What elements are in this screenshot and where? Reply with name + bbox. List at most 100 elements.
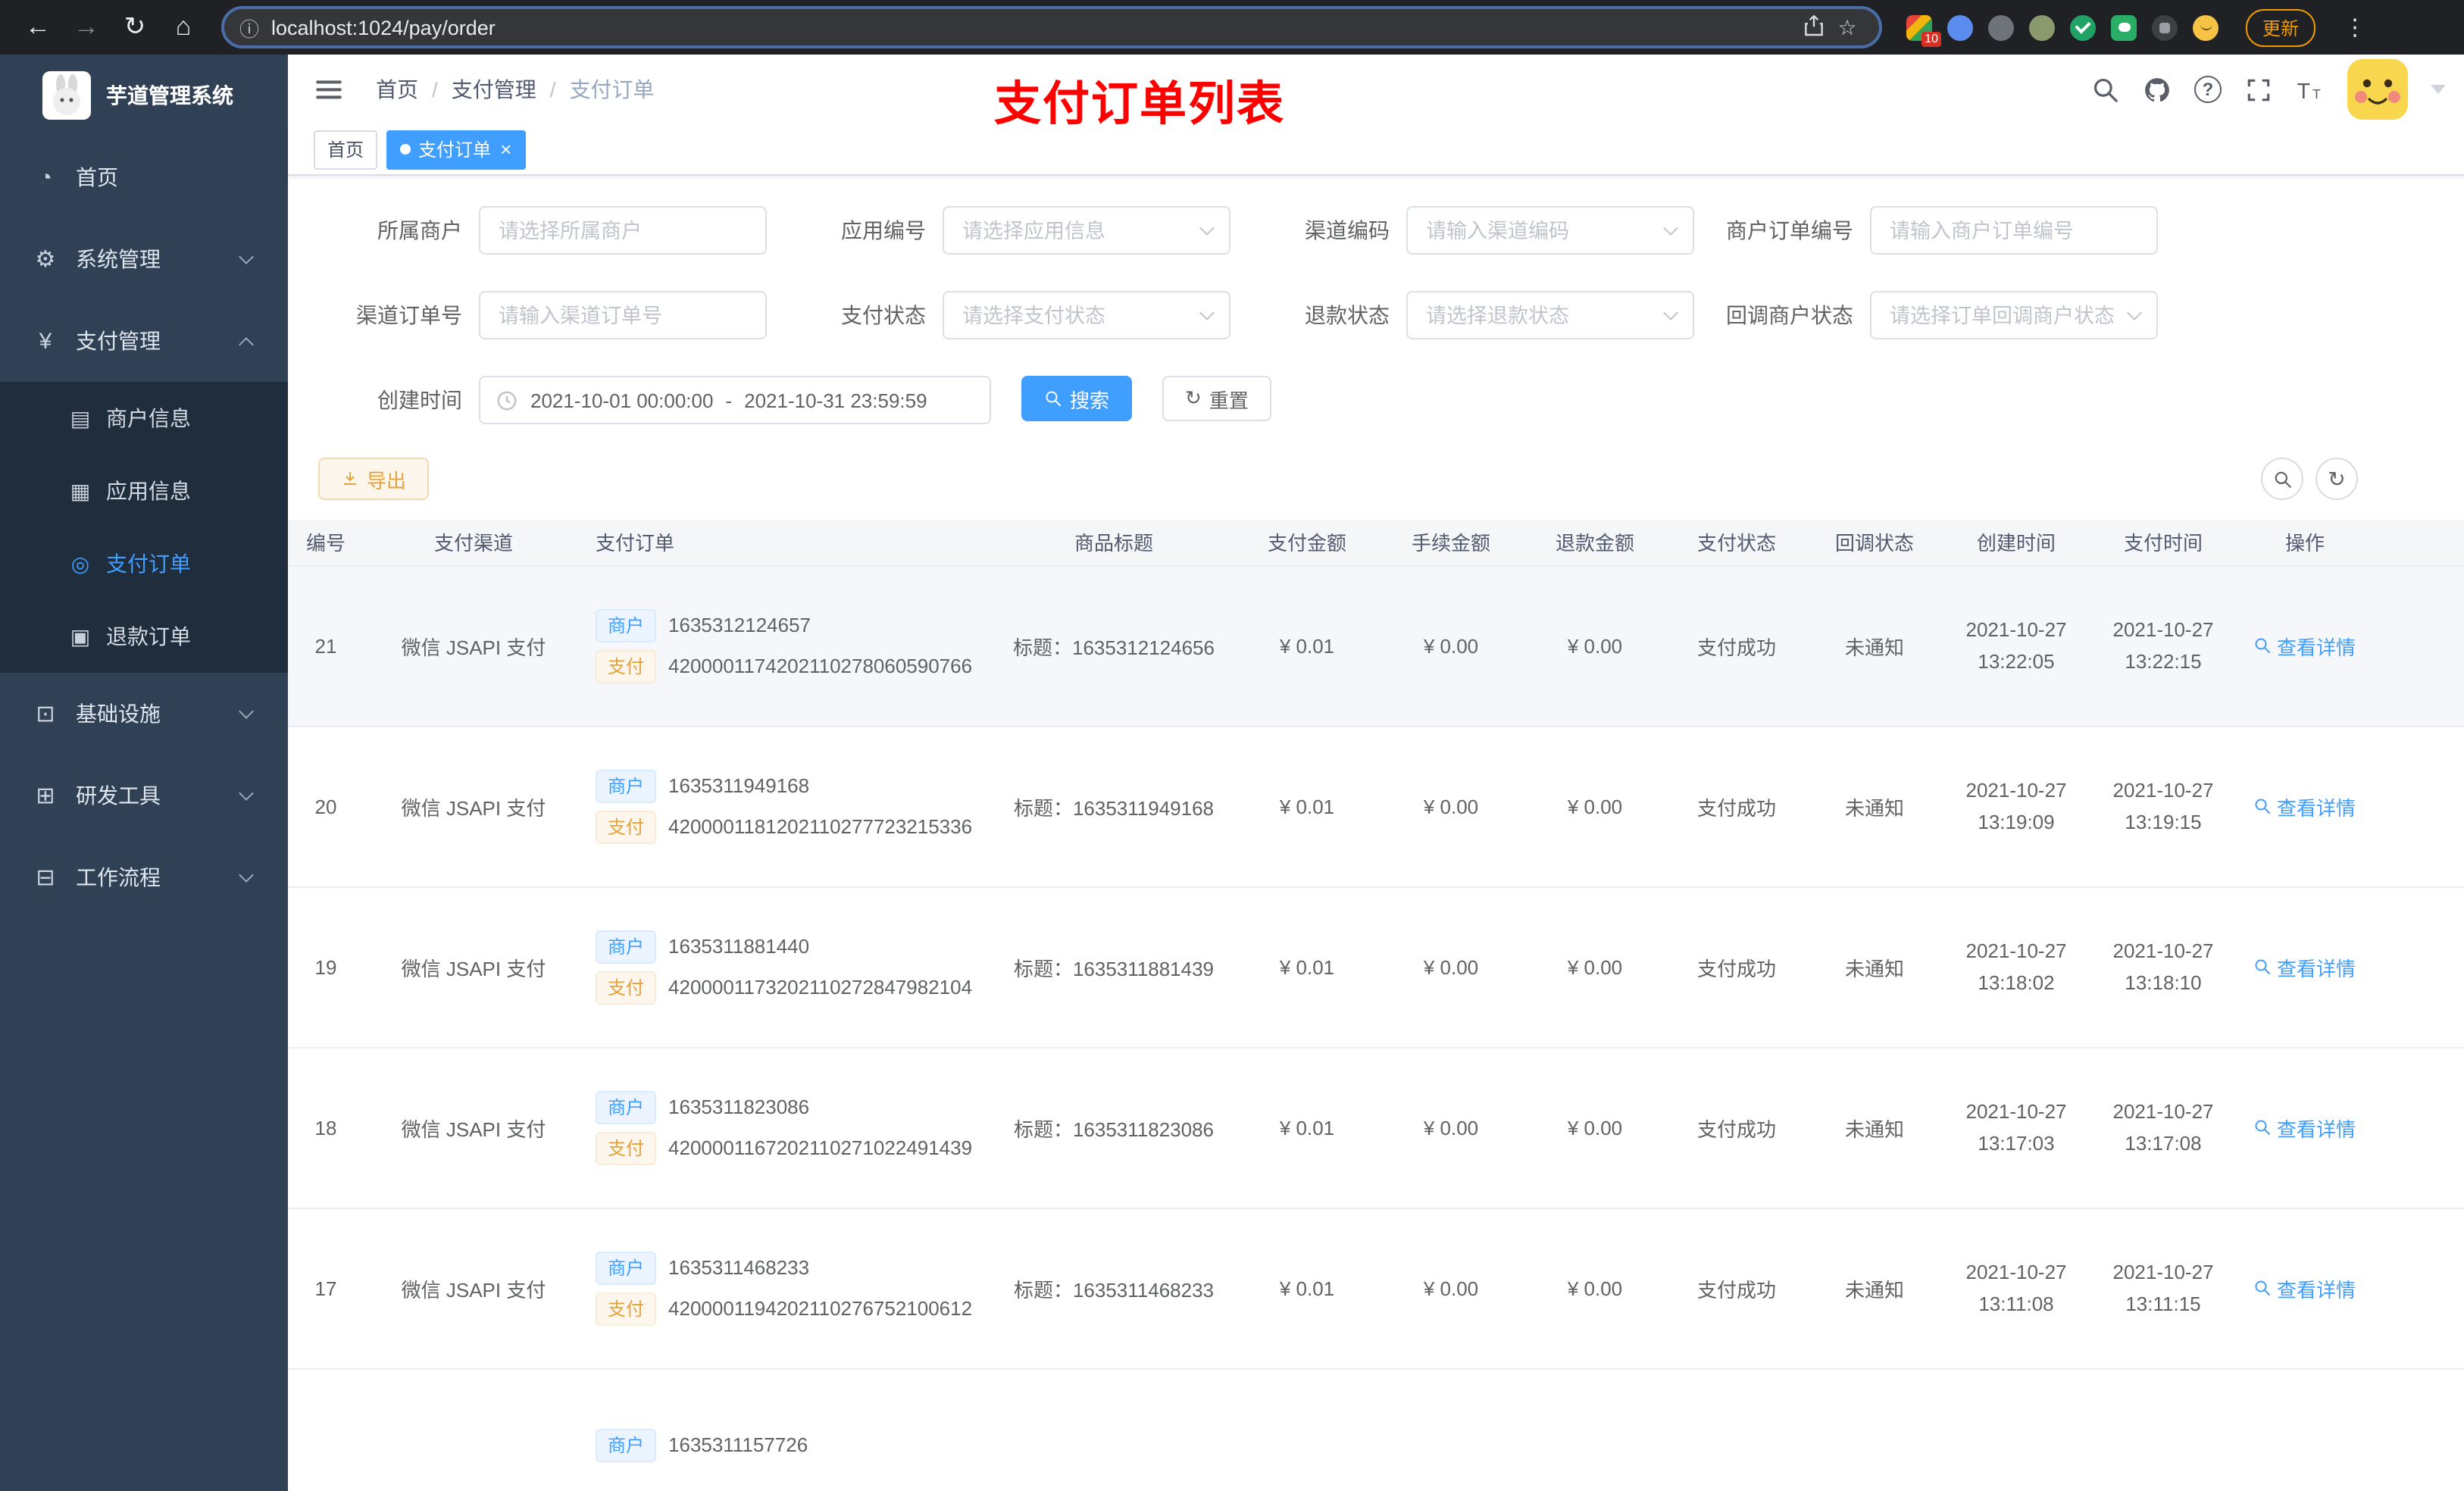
table-row[interactable]: 17 微信 JSAPI 支付 商户 1635311468233 支付 42000…: [288, 1208, 2464, 1369]
notify-status-select[interactable]: [1870, 291, 2158, 339]
browser-reload-button[interactable]: ↻: [112, 6, 158, 48]
browser-back-button[interactable]: ←: [15, 6, 61, 48]
cell-fee: ¥ 0.00: [1379, 1047, 1523, 1208]
view-detail-link[interactable]: 查看详情: [2254, 1274, 2356, 1302]
cell-title: [993, 1368, 1235, 1491]
sidebar-item-infra[interactable]: ⊡ 基础设施: [0, 673, 288, 755]
date-start[interactable]: 2021-10-01 00:00:00: [530, 389, 713, 411]
site-info-icon[interactable]: ⓘ: [239, 13, 259, 42]
cell-action: [2237, 1368, 2373, 1491]
address-bar[interactable]: ⓘ localhost:1024/pay/order ☆: [221, 6, 1882, 48]
sidebar-item-label: 支付订单: [106, 552, 191, 576]
sidebar-item-pay-order[interactable]: ◎ 支付订单: [0, 527, 288, 600]
cell-order: 商户 1635311881440 支付 42000011732021102728…: [583, 886, 993, 1048]
cell-order: 商户 1635311157726: [583, 1368, 993, 1491]
view-detail-link[interactable]: 查看详情: [2254, 631, 2356, 660]
view-detail-link[interactable]: 查看详情: [2254, 1113, 2356, 1142]
cell-notify: 未通知: [1806, 886, 1943, 1048]
toggle-search-button[interactable]: [2261, 458, 2303, 500]
magnifier-icon: [2256, 799, 2271, 814]
export-button[interactable]: 导出: [318, 458, 430, 500]
tab-pay-order[interactable]: 支付订单 ×: [386, 130, 526, 169]
cell-amount: ¥ 0.01: [1235, 1047, 1379, 1208]
user-dropdown-caret[interactable]: [2431, 85, 2446, 94]
sidebar-item-system[interactable]: ⚙ 系统管理: [0, 218, 288, 300]
user-avatar[interactable]: [2347, 59, 2408, 120]
payment-submenu: ▤ 商户信息 ▦ 应用信息 ◎ 支付订单 ▣ 退款订单: [0, 382, 288, 673]
hamburger-icon[interactable]: [314, 74, 344, 105]
logo-image: [42, 71, 91, 120]
view-detail-link[interactable]: 查看详情: [2254, 792, 2356, 821]
channel-order-no-input[interactable]: [479, 291, 767, 339]
cell-title: 标题：1635311881439: [993, 886, 1235, 1048]
cell-action: 查看详情: [2237, 1208, 2373, 1369]
breadcrumb-payment[interactable]: 支付管理: [452, 74, 536, 105]
cell-status: 支付成功: [1667, 1208, 1806, 1369]
table-row[interactable]: 19 微信 JSAPI 支付 商户 1635311881440 支付 42000…: [288, 886, 2464, 1048]
extension-green-check-icon[interactable]: [2070, 14, 2096, 40]
sidebar-item-home[interactable]: ◔ 首页: [0, 136, 288, 218]
extension-wechat-icon[interactable]: [2111, 14, 2137, 40]
font-size-icon[interactable]: [2296, 75, 2325, 104]
filter-app-id: 应用编号: [776, 206, 1230, 255]
bookmark-star-icon[interactable]: ☆: [1831, 14, 1864, 40]
tab-home[interactable]: 首页: [314, 130, 378, 169]
extension-colorful-icon[interactable]: 10: [1906, 14, 1941, 46]
table-row[interactable]: 18 微信 JSAPI 支付 商户 1635311823086 支付 42000…: [288, 1047, 2464, 1208]
fullscreen-icon[interactable]: [2244, 75, 2273, 104]
cell-notify: 未通知: [1806, 1047, 1943, 1208]
sidebar-item-refund-order[interactable]: ▣ 退款订单: [0, 600, 288, 673]
refresh-table-button[interactable]: ↻: [2315, 458, 2358, 500]
table-row[interactable]: 商户 1635311157726: [288, 1368, 2464, 1491]
date-range-picker[interactable]: 2021-10-01 00:00:00 - 2021-10-31 23:59:5…: [479, 376, 991, 424]
date-end[interactable]: 2021-10-31 23:59:59: [744, 389, 927, 411]
yen-icon: ¥: [39, 328, 52, 354]
extension-emoji-icon[interactable]: [2193, 14, 2219, 40]
help-icon[interactable]: ?: [2194, 76, 2222, 103]
sidebar-item-app-info[interactable]: ▦ 应用信息: [0, 455, 288, 527]
col-order: 支付订单: [583, 520, 993, 566]
extension-puzzle-icon[interactable]: [2152, 14, 2178, 40]
view-detail-link[interactable]: 查看详情: [2254, 952, 2356, 981]
extension-gray-icon[interactable]: [1988, 14, 2014, 40]
chevron-down-icon: [239, 867, 254, 883]
breadcrumb-home[interactable]: 首页: [376, 74, 418, 105]
sidebar-item-workflow[interactable]: ⊟ 工作流程: [0, 836, 288, 918]
table-row[interactable]: 20 微信 JSAPI 支付 商户 1635311949168 支付 42000…: [288, 726, 2464, 887]
extension-olive-icon[interactable]: [2029, 14, 2055, 40]
filter-label: 所属商户: [377, 218, 462, 242]
tab-label: 首页: [327, 139, 364, 161]
document-icon: ▣: [70, 624, 91, 648]
refund-status-select[interactable]: [1406, 291, 1694, 339]
pay-status-select[interactable]: [943, 291, 1230, 339]
sidebar-item-merchant-info[interactable]: ▤ 商户信息: [0, 382, 288, 455]
channel-order-no: 4200001174202110278060590766: [668, 655, 973, 677]
merchant-order-no-input[interactable]: [1870, 206, 2158, 255]
url-text[interactable]: localhost:1024/pay/order: [271, 16, 1797, 39]
pay-tag: 支付: [596, 649, 657, 683]
share-icon[interactable]: [1797, 13, 1831, 42]
browser-forward-button[interactable]: →: [64, 6, 109, 48]
merchant-tag: 商户: [596, 930, 657, 963]
screen: ← → ↻ ⌂ ⓘ localhost:1024/pay/order ☆ 10 …: [0, 0, 2464, 1491]
search-icon[interactable]: [2091, 75, 2120, 104]
filter-label: 渠道编码: [1305, 218, 1390, 242]
search-button[interactable]: 搜索: [1021, 376, 1133, 421]
browser-home-button[interactable]: ⌂: [161, 6, 206, 48]
app-id-select[interactable]: [943, 206, 1230, 255]
table-row[interactable]: 21 微信 JSAPI 支付 商户 1635312124657 支付 42000…: [288, 565, 2464, 727]
clock-icon: [497, 390, 517, 410]
cell-create-time: 2021-10-27 13:11:08: [1943, 1208, 2090, 1369]
channel-code-select[interactable]: [1406, 206, 1694, 255]
extension-blue-icon[interactable]: [1947, 14, 1973, 40]
github-icon[interactable]: [2143, 75, 2172, 104]
cell-notify: 未通知: [1806, 565, 1943, 727]
sidebar-item-payment[interactable]: ¥ 支付管理: [0, 300, 288, 382]
chrome-menu-icon[interactable]: ⋮: [2343, 14, 2367, 41]
cell-id: [288, 1368, 364, 1491]
chrome-update-button[interactable]: 更新: [2246, 8, 2316, 46]
sidebar-item-dev-tools[interactable]: ⊞ 研发工具: [0, 755, 288, 836]
merchant-input[interactable]: [479, 206, 767, 255]
reset-button[interactable]: ↻ 重置: [1162, 376, 1271, 421]
close-icon[interactable]: ×: [500, 139, 511, 159]
